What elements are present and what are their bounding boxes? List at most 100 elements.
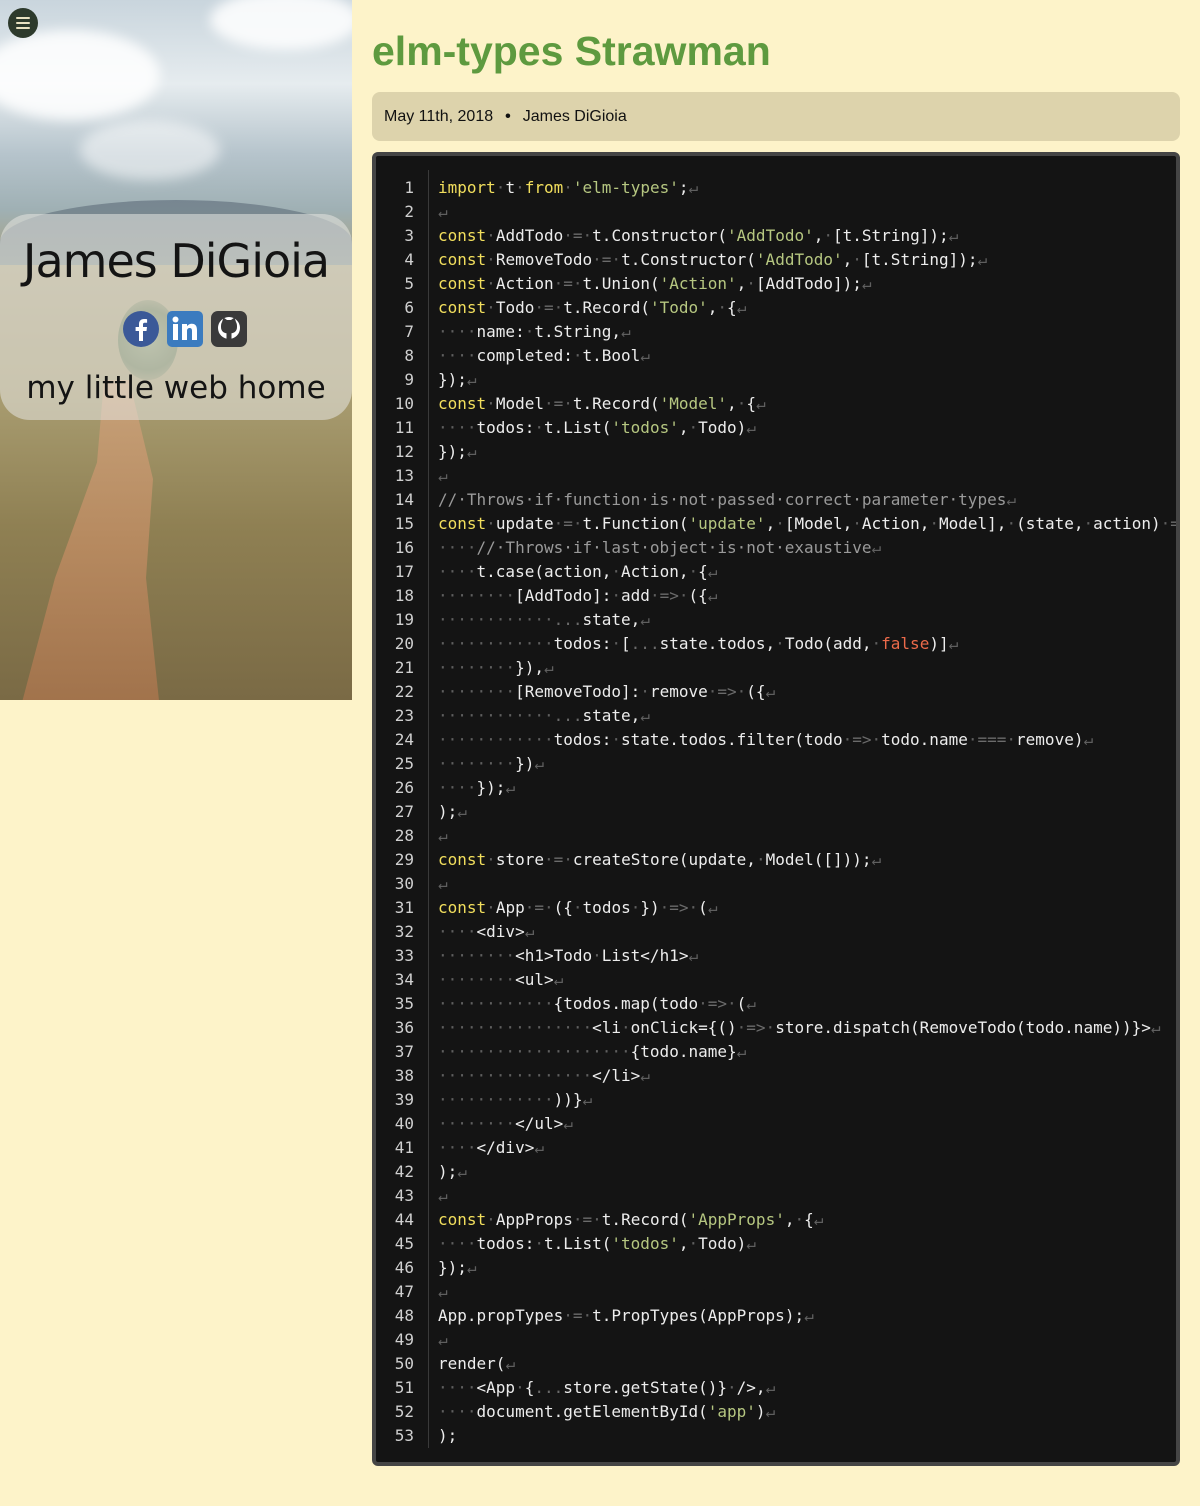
code-token: => [717,682,737,701]
code-line: ················</li>↵ [438,1064,1176,1088]
code-token: 'update' [688,514,766,533]
code-token: · [852,514,862,533]
code-token: ↵ [505,778,516,797]
code-line: App.propTypes·=·t.PropTypes(AppProps);↵ [438,1304,1176,1328]
code-token: ({ [746,682,766,701]
cloud-decoration [80,120,220,180]
code-line: const·RemoveTodo·=·t.Constructor('AddTod… [438,248,1176,272]
code-line: ········})↵ [438,752,1176,776]
github-link[interactable] [210,310,248,348]
code-token: </div> [476,1138,535,1157]
code-token: · [563,394,573,413]
code-token: [t.String]); [861,250,978,269]
line-number: 38 [394,1066,414,1085]
code-line: ············...state,↵ [438,704,1176,728]
code-token: ↵ [707,586,718,605]
code-token: · [1160,514,1171,533]
code-block: 1 2 3 4 5 6 7 8 9 10 11 12 13 14 15 16 17 18 19 20 21 22 23 24 2… [372,152,1180,1466]
code-line: ↵ [438,824,1176,848]
facebook-icon [123,311,159,347]
code-line: ····});↵ [438,776,1176,800]
code-token: · [611,562,622,581]
code-line: const·store·=·createStore(update,·Model(… [438,848,1176,872]
code-token: ↵ [813,1210,824,1229]
facebook-link[interactable] [122,310,160,348]
linkedin-link[interactable] [166,310,204,348]
code-token: name: [476,322,525,341]
code-token: add [621,586,650,605]
line-number: 19 [394,610,414,629]
code-token: store [495,850,544,869]
code-token: const [438,394,487,413]
code-token: · [553,298,564,317]
gutter-divider [428,170,429,1448]
code-token: · [495,178,506,197]
code-token: t.Constructor( [592,226,728,245]
code-token: ... [553,706,583,725]
code-token: render( [438,1354,506,1373]
code-token: t.String, [534,322,622,341]
code-token: · [842,730,853,749]
code-line: ↵ [438,1184,1176,1208]
code-token: ↵ [553,970,564,989]
code-token: · [823,226,834,245]
code-line: ········<ul>↵ [438,968,1176,992]
code-token: , [765,514,776,533]
code-token: ···· [438,1402,477,1421]
code-token: state.todos, [659,634,776,653]
code-token: ↵ [746,1234,756,1253]
code-token: · [736,682,747,701]
code-token: Model([])); [765,850,872,869]
code-token: </li> [592,1066,641,1085]
menu-button[interactable] [8,8,38,38]
code-token: />, [736,1378,766,1397]
code-token: = [582,1210,593,1229]
code-token: action) [1093,514,1161,533]
code-token: ········ [438,754,516,773]
line-number: 36 [394,1018,414,1037]
code-token: · [611,634,622,653]
cloud-decoration [210,0,352,50]
code-token: ···· [438,922,477,941]
code-token: · [486,298,496,317]
code-token: ↵ [707,898,718,917]
code-token: ))} [553,1090,583,1109]
code-line: const·App·=·({·todos·})·=>·(↵ [438,896,1176,920]
code-token: ↵ [861,274,872,293]
code-token: · [572,346,583,365]
code-token: · [563,226,573,245]
code-line: ····t.case(action,·Action,·{↵ [438,560,1176,584]
code-token: · [736,394,747,413]
code-token: ↵ [640,1066,650,1085]
code-token: ↵ [688,946,699,965]
code-line: );↵ [438,800,1176,824]
line-number: 8 [404,346,414,365]
code-token: · [688,1234,699,1253]
line-number: 40 [394,1114,414,1133]
line-number-gutter: 1 2 3 4 5 6 7 8 9 10 11 12 13 14 15 16 17 18 19 20 21 22 23 24 2… [376,176,420,1448]
line-number: 45 [394,1234,414,1253]
code-token: · [563,1306,573,1325]
code-token: · [553,514,564,533]
code-token: t.Record( [563,298,650,317]
code-token: · [543,850,554,869]
code-token: · [688,562,699,581]
sidebar: James DiGioia my little web home [0,0,352,700]
code-token: store.getState()} [563,1378,728,1397]
code-token: ↵ [948,226,959,245]
code-token: · [611,586,622,605]
line-number: 26 [394,778,414,797]
code-token: )] [929,634,949,653]
code-token: completed: [476,346,573,365]
code-token: · [534,1234,544,1253]
line-number: 3 [404,226,414,245]
code-line: const·Model·=·t.Record('Model',·{↵ [438,392,1176,416]
code-token: · [534,418,544,437]
line-number: 23 [394,706,414,725]
profile-tagline: my little web home [26,370,326,406]
code-token: · [572,898,583,917]
code-token: t.Union( [582,274,660,293]
code-token: · [698,994,708,1013]
code-token: · [563,178,573,197]
code-token: todos [582,898,631,917]
